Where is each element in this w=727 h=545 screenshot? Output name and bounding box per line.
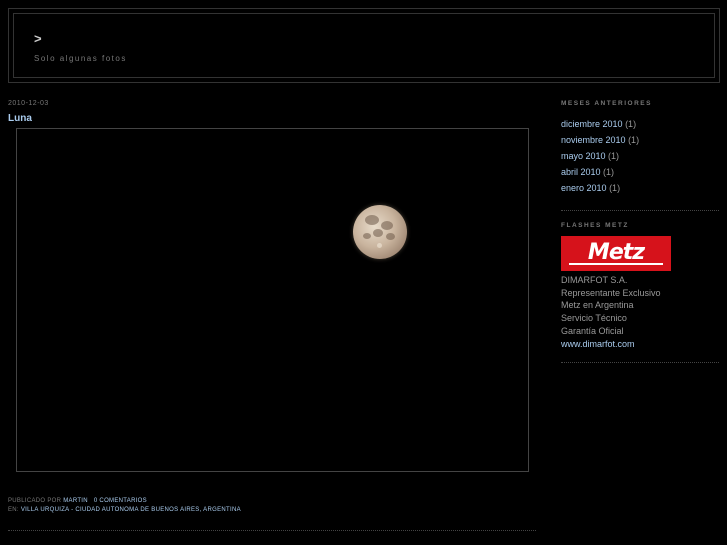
blog-header-inner: > Solo algunas fotos [13, 13, 715, 78]
blog-header: > Solo algunas fotos [8, 8, 720, 83]
author-link[interactable]: MARTIN [63, 498, 88, 504]
archive-link[interactable]: noviembre 2010 [561, 135, 626, 145]
post-photo[interactable] [16, 128, 529, 472]
sidebar: MESES ANTERIORES diciembre 2010 (1) novi… [561, 100, 719, 364]
metz-logo-text: Metz [587, 240, 645, 265]
archive-count: (1) [608, 151, 620, 161]
sponsor-line: Metz en Argentina [561, 300, 634, 311]
location-label: EN: [8, 507, 19, 513]
sponsor-website-link[interactable]: www.dimarfot.com [561, 338, 719, 351]
sidebar-divider [561, 362, 719, 364]
sponsor-line: DIMARFOT S.A. [561, 275, 628, 285]
post-divider [8, 530, 536, 531]
archive-list: diciembre 2010 (1) noviembre 2010 (1) ma… [561, 116, 719, 196]
archive-link[interactable]: enero 2010 [561, 183, 607, 193]
flashes-heading: FLASHES METZ [561, 222, 629, 229]
sponsor-line: Servicio Técnico [561, 313, 627, 324]
archive-item: mayo 2010 (1) [561, 148, 719, 164]
sponsor-line: Representante Exclusivo [561, 287, 661, 298]
archive-item: diciembre 2010 (1) [561, 116, 719, 132]
archive-item: noviembre 2010 (1) [561, 132, 719, 148]
full-moon-photo-icon [353, 205, 407, 259]
sidebar-divider [561, 210, 719, 211]
archive-item: abril 2010 (1) [561, 164, 719, 180]
post-footer-location: EN: VILLA URQUIZA - CIUDAD AUTONOMA DE B… [8, 507, 241, 513]
post-title[interactable]: Luna [8, 113, 32, 124]
metz-logo[interactable]: Metz [561, 236, 671, 271]
archive-link[interactable]: mayo 2010 [561, 151, 606, 161]
post-date: 2010-12-03 [8, 100, 49, 107]
archive-count: (1) [628, 135, 640, 145]
blog-description: Solo algunas fotos [34, 54, 127, 63]
comments-link[interactable]: 0 COMENTARIOS [94, 498, 147, 504]
post-footer-author: PUBLICADO POR MARTIN 0 COMENTARIOS [8, 498, 147, 504]
archive-item: enero 2010 (1) [561, 180, 719, 196]
archive-link[interactable]: diciembre 2010 [561, 119, 623, 129]
archive-count: (1) [625, 119, 637, 129]
archive-count: (1) [609, 183, 621, 193]
sponsor-line: Garantía Oficial [561, 325, 624, 336]
published-by-label: PUBLICADO POR [8, 498, 62, 504]
location-link[interactable]: VILLA URQUIZA - CIUDAD AUTONOMA DE BUENO… [21, 507, 241, 513]
archive-link[interactable]: abril 2010 [561, 167, 601, 177]
archive-count: (1) [603, 167, 615, 177]
archive-heading: MESES ANTERIORES [561, 100, 652, 107]
metz-logo-underline [569, 263, 663, 265]
blog-title[interactable]: > [34, 31, 43, 46]
sponsor-text: DIMARFOT S.A. Representante Exclusivo Me… [561, 274, 719, 350]
